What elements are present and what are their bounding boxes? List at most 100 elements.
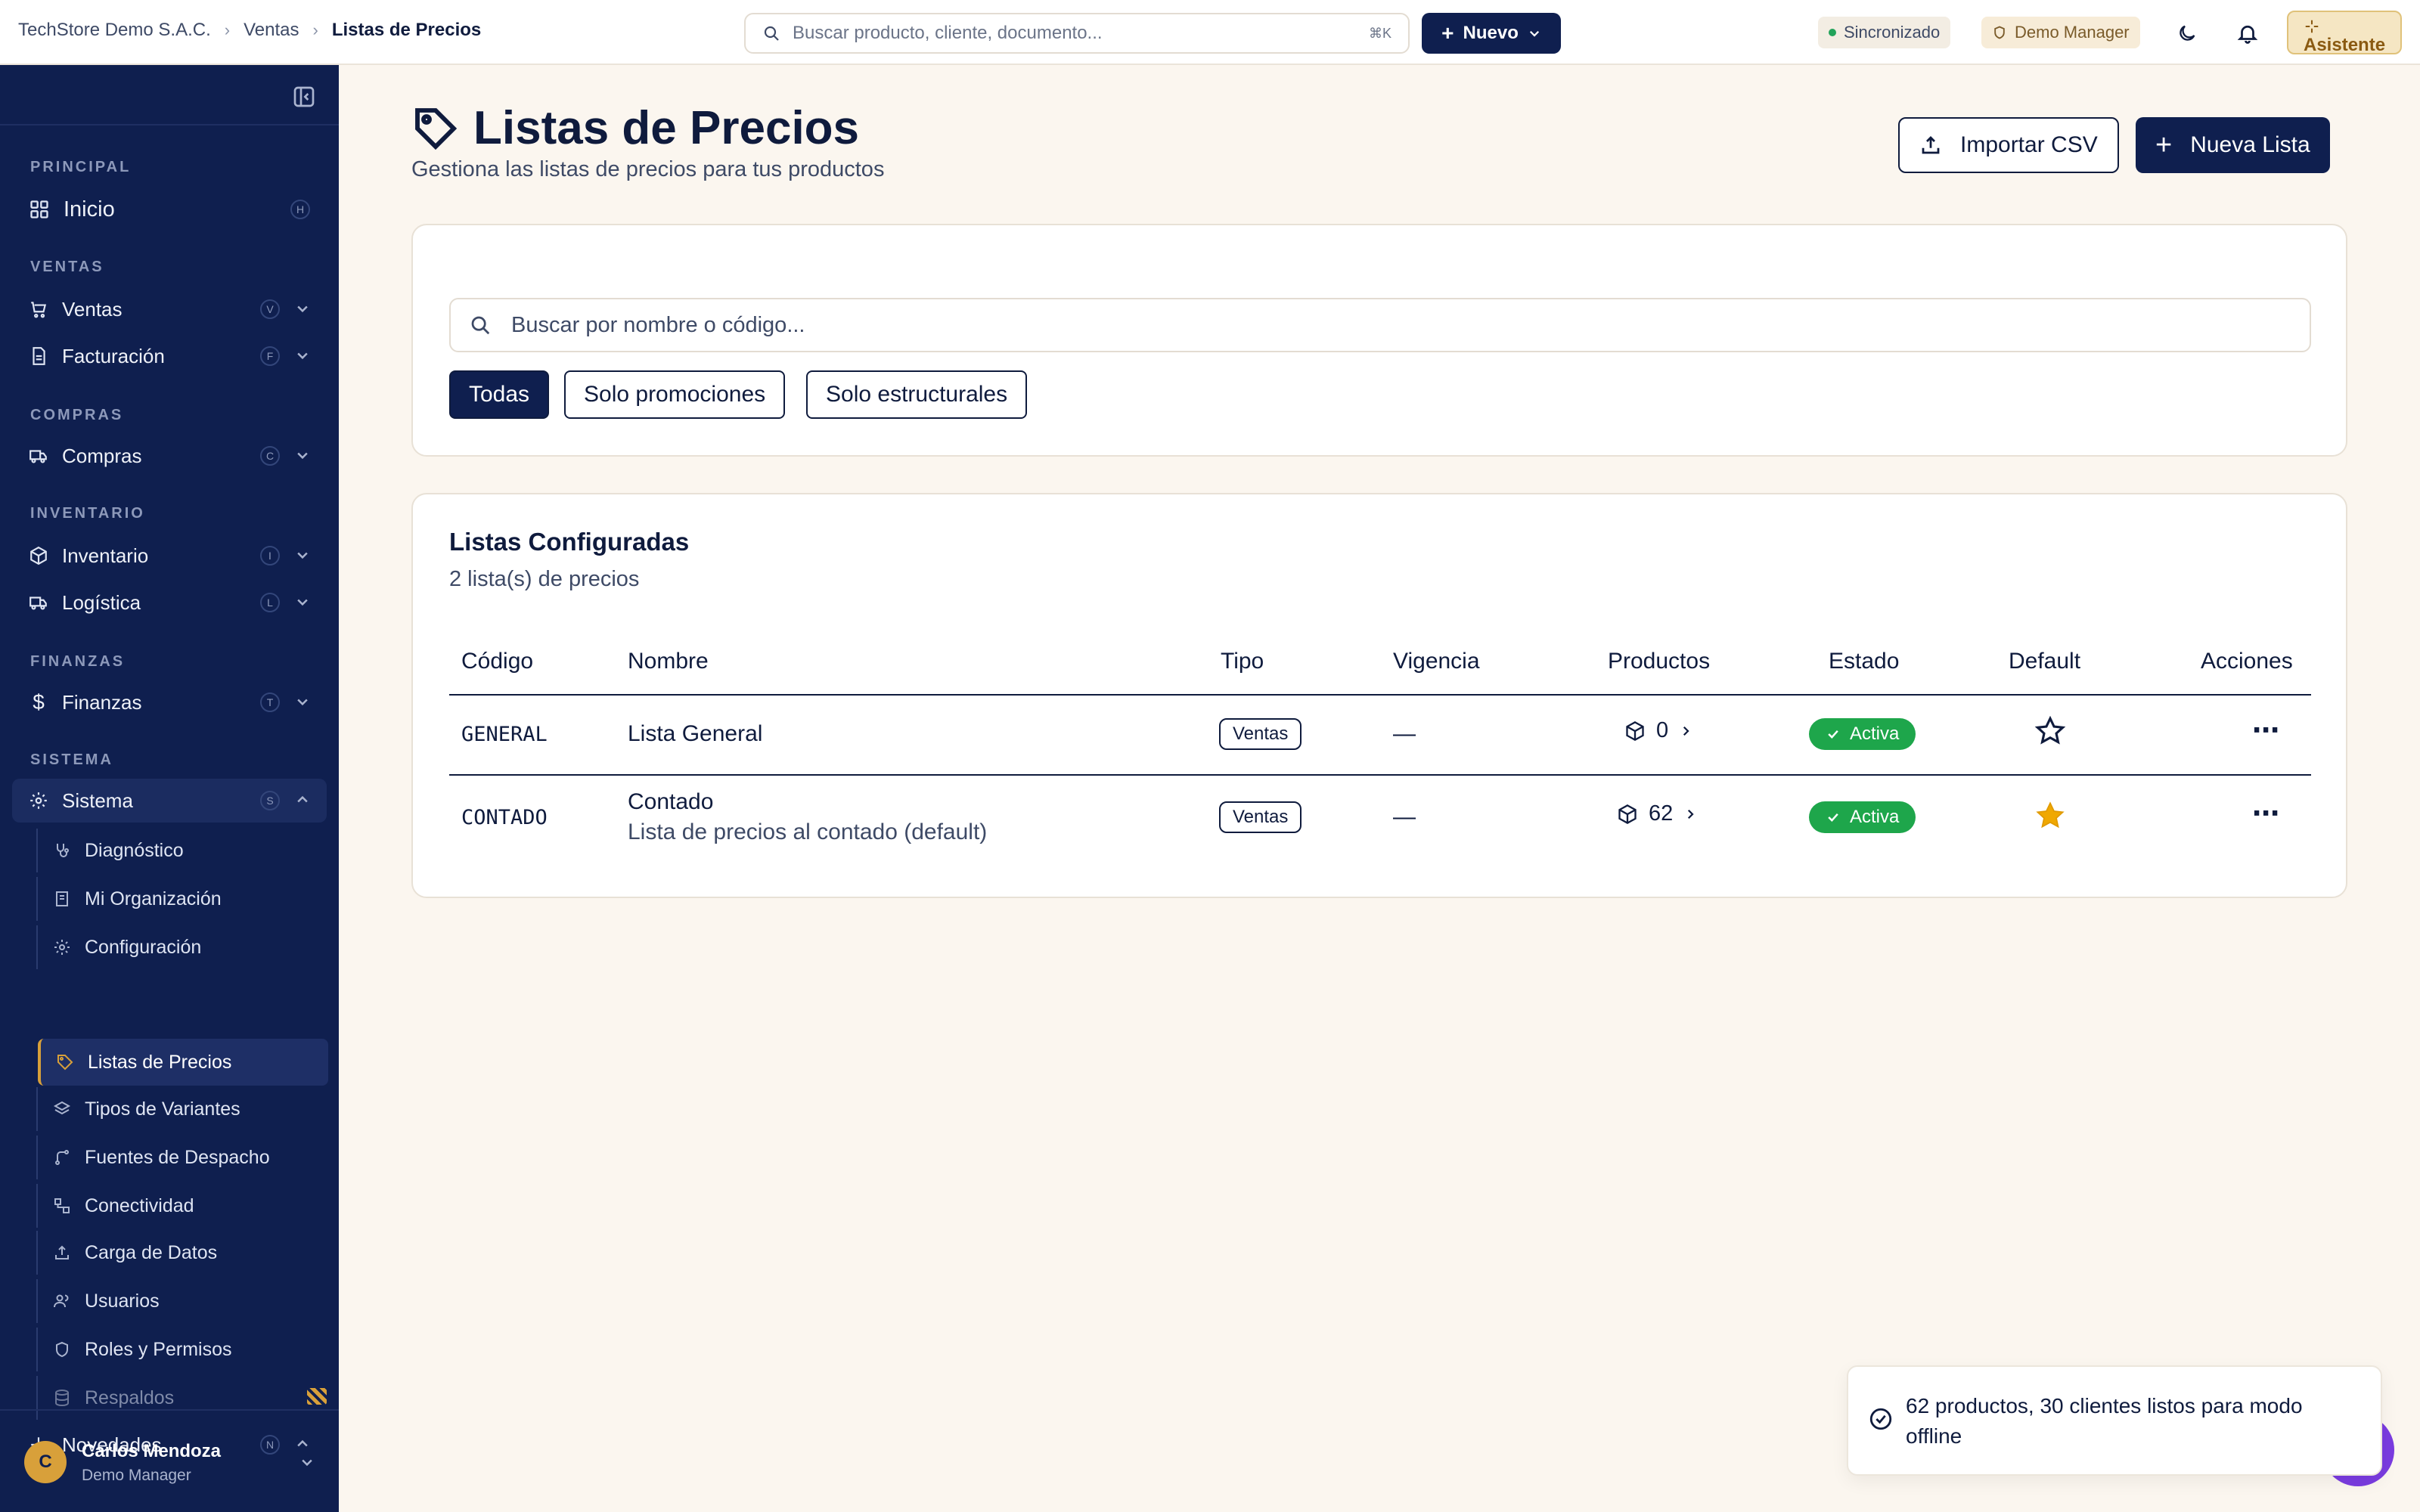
user-name: Carlos Mendoza xyxy=(82,1441,222,1461)
type-badge: Ventas xyxy=(1219,718,1302,750)
plus-icon: + xyxy=(1441,21,1454,45)
new-button[interactable]: + Nuevo xyxy=(1422,13,1561,54)
global-search-input[interactable]: Buscar producto, cliente, documento... ⌘… xyxy=(744,13,1410,54)
breadcrumb-current: Listas de Precios xyxy=(331,20,482,40)
column-header-codigo[interactable]: Código xyxy=(461,649,533,674)
sidebar-subitem-fuentes-de-despacho[interactable]: Fuentes de Despacho xyxy=(36,1136,327,1179)
star-outline-icon[interactable] xyxy=(2034,715,2066,747)
products-link[interactable]: 0 xyxy=(1624,718,1692,743)
card-title: Listas Configuradas xyxy=(449,528,690,556)
page-subtitle: Gestiona las listas de precios para tus … xyxy=(411,157,885,181)
more-actions-icon[interactable]: ⋯ xyxy=(2252,717,2279,744)
sidebar-item-label: Finanzas xyxy=(62,690,142,714)
assistant-button[interactable]: Asistente xyxy=(2287,11,2402,55)
sync-status-label: Sincronizado xyxy=(1844,23,1941,42)
column-header-vigencia[interactable]: Vigencia xyxy=(1393,649,1480,674)
database-icon xyxy=(55,1390,69,1407)
assistant-label: Asistente xyxy=(2304,35,2386,55)
filter-chip-estructurales[interactable]: Solo estructurales xyxy=(806,370,1028,419)
sidebar-subitem-tipos-de-variantes[interactable]: Tipos de Variantes xyxy=(36,1087,327,1131)
sidebar-subitem-label: Tipos de Variantes xyxy=(85,1098,240,1120)
sidebar: PRINCIPAL Inicio H VENTAS Ventas V Factu… xyxy=(0,65,339,1512)
new-button-label: Nuevo xyxy=(1463,23,1519,43)
sidebar-item-finanzas[interactable]: $ Finanzas T xyxy=(12,680,327,724)
chevron-down-icon xyxy=(1529,30,1539,37)
status-label: Activa xyxy=(1850,807,1900,827)
sidebar-subitem-diagnostico[interactable]: Diagnóstico xyxy=(36,829,327,872)
sync-status-badge: Sincronizado xyxy=(1818,17,1951,48)
status-dot xyxy=(1829,29,1836,36)
collapse-sidebar-icon[interactable] xyxy=(292,85,316,109)
list-search-input[interactable]: Buscar por nombre o código... xyxy=(449,298,2311,352)
sidebar-subitem-conectividad[interactable]: Conectividad xyxy=(36,1184,327,1228)
type-badge: Ventas xyxy=(1219,801,1302,833)
chevron-down-icon xyxy=(302,1459,312,1467)
gear-icon xyxy=(54,940,70,955)
network-icon xyxy=(54,1198,70,1213)
filter-chip-todas[interactable]: Todas xyxy=(449,370,550,419)
row-validity: — xyxy=(1393,721,1416,746)
sidebar-subitem-carga-de-datos[interactable]: Carga de Datos xyxy=(36,1231,327,1275)
sidebar-subitem-mi-organizacion[interactable]: Mi Organización xyxy=(36,877,327,921)
sidebar-item-compras[interactable]: Compras C xyxy=(12,434,327,478)
chevron-down-icon xyxy=(297,552,308,559)
sidebar-item-facturacion[interactable]: Facturación F xyxy=(12,334,327,378)
breadcrumb-org[interactable]: TechStore Demo S.A.C. xyxy=(18,20,211,41)
sidebar-item-label: Inventario xyxy=(62,544,149,567)
sidebar-subitem-configuracion[interactable]: Configuración xyxy=(36,925,327,969)
column-header-estado[interactable]: Estado xyxy=(1829,649,1899,674)
sidebar-subitem-label: Usuarios xyxy=(85,1290,160,1312)
sidebar-section-compras: COMPRAS xyxy=(30,407,124,423)
sidebar-subitem-label: Roles y Permisos xyxy=(85,1338,232,1360)
products-link[interactable]: 62 xyxy=(1617,801,1697,826)
products-count: 0 xyxy=(1656,718,1669,742)
column-header-tipo[interactable]: Tipo xyxy=(1221,649,1264,674)
sidebar-item-logistica[interactable]: Logística L xyxy=(12,581,327,624)
offline-toast: 62 productos, 30 clientes listos para mo… xyxy=(1847,1365,2382,1476)
page-title: Listas de Precios xyxy=(411,101,859,155)
sidebar-subitem-roles-y-permisos[interactable]: Roles y Permisos xyxy=(36,1328,327,1371)
chevron-down-icon xyxy=(297,452,308,460)
chevron-down-icon xyxy=(297,699,308,706)
sidebar-subitem-label: Carga de Datos xyxy=(85,1241,218,1263)
check-icon xyxy=(1828,813,1838,822)
sidebar-item-ventas[interactable]: Ventas V xyxy=(12,287,327,331)
sidebar-subitem-usuarios[interactable]: Usuarios xyxy=(36,1279,327,1323)
more-actions-icon[interactable]: ⋯ xyxy=(2252,800,2279,827)
row-code: CONTADO xyxy=(461,806,548,829)
shortcut-key: I xyxy=(260,546,280,565)
notifications-button[interactable] xyxy=(2231,17,2264,50)
breadcrumb: TechStore Demo S.A.C. › Ventas › Listas … xyxy=(18,20,481,41)
moon-icon xyxy=(2180,25,2195,41)
breadcrumb-ventas[interactable]: Ventas xyxy=(244,20,299,41)
dark-mode-toggle[interactable] xyxy=(2170,17,2204,50)
column-header-default[interactable]: Default xyxy=(2009,649,2080,674)
sidebar-item-label: Ventas xyxy=(62,297,123,321)
cart-icon xyxy=(31,302,47,318)
upload-icon xyxy=(55,1245,69,1259)
document-icon xyxy=(33,347,45,365)
sidebar-item-inicio[interactable]: Inicio H xyxy=(12,187,327,231)
new-list-button[interactable]: + Nueva Lista xyxy=(2136,117,2330,173)
row-divider xyxy=(449,774,2311,776)
user-menu[interactable]: C Carlos Mendoza Demo Manager xyxy=(0,1409,339,1512)
filter-chip-promociones[interactable]: Solo promociones xyxy=(564,370,786,419)
sidebar-subitem-label: Conectividad xyxy=(85,1194,194,1216)
column-header-nombre[interactable]: Nombre xyxy=(628,649,709,674)
import-csv-button[interactable]: Importar CSV xyxy=(1898,117,2119,173)
star-filled-icon[interactable] xyxy=(2034,800,2066,832)
price-lists-card: Listas Configuradas 2 lista(s) de precio… xyxy=(411,493,2347,898)
sidebar-item-label: Facturación xyxy=(62,344,165,367)
role-badge[interactable]: Demo Manager xyxy=(1981,17,2140,48)
sidebar-item-label: Logística xyxy=(62,590,141,614)
sidebar-subitem-listas-de-precios[interactable]: Listas de Precios xyxy=(38,1039,328,1086)
sidebar-section-ventas: VENTAS xyxy=(30,259,104,275)
sidebar-item-sistema[interactable]: Sistema S xyxy=(12,779,327,823)
user-role: Demo Manager xyxy=(82,1467,191,1484)
row-name: Lista General xyxy=(628,721,763,746)
check-circle-icon xyxy=(1869,1408,1892,1430)
shortcut-key: H xyxy=(290,200,310,219)
sidebar-item-inventario[interactable]: Inventario I xyxy=(12,534,327,578)
column-header-productos[interactable]: Productos xyxy=(1608,649,1710,674)
search-icon xyxy=(764,26,779,41)
